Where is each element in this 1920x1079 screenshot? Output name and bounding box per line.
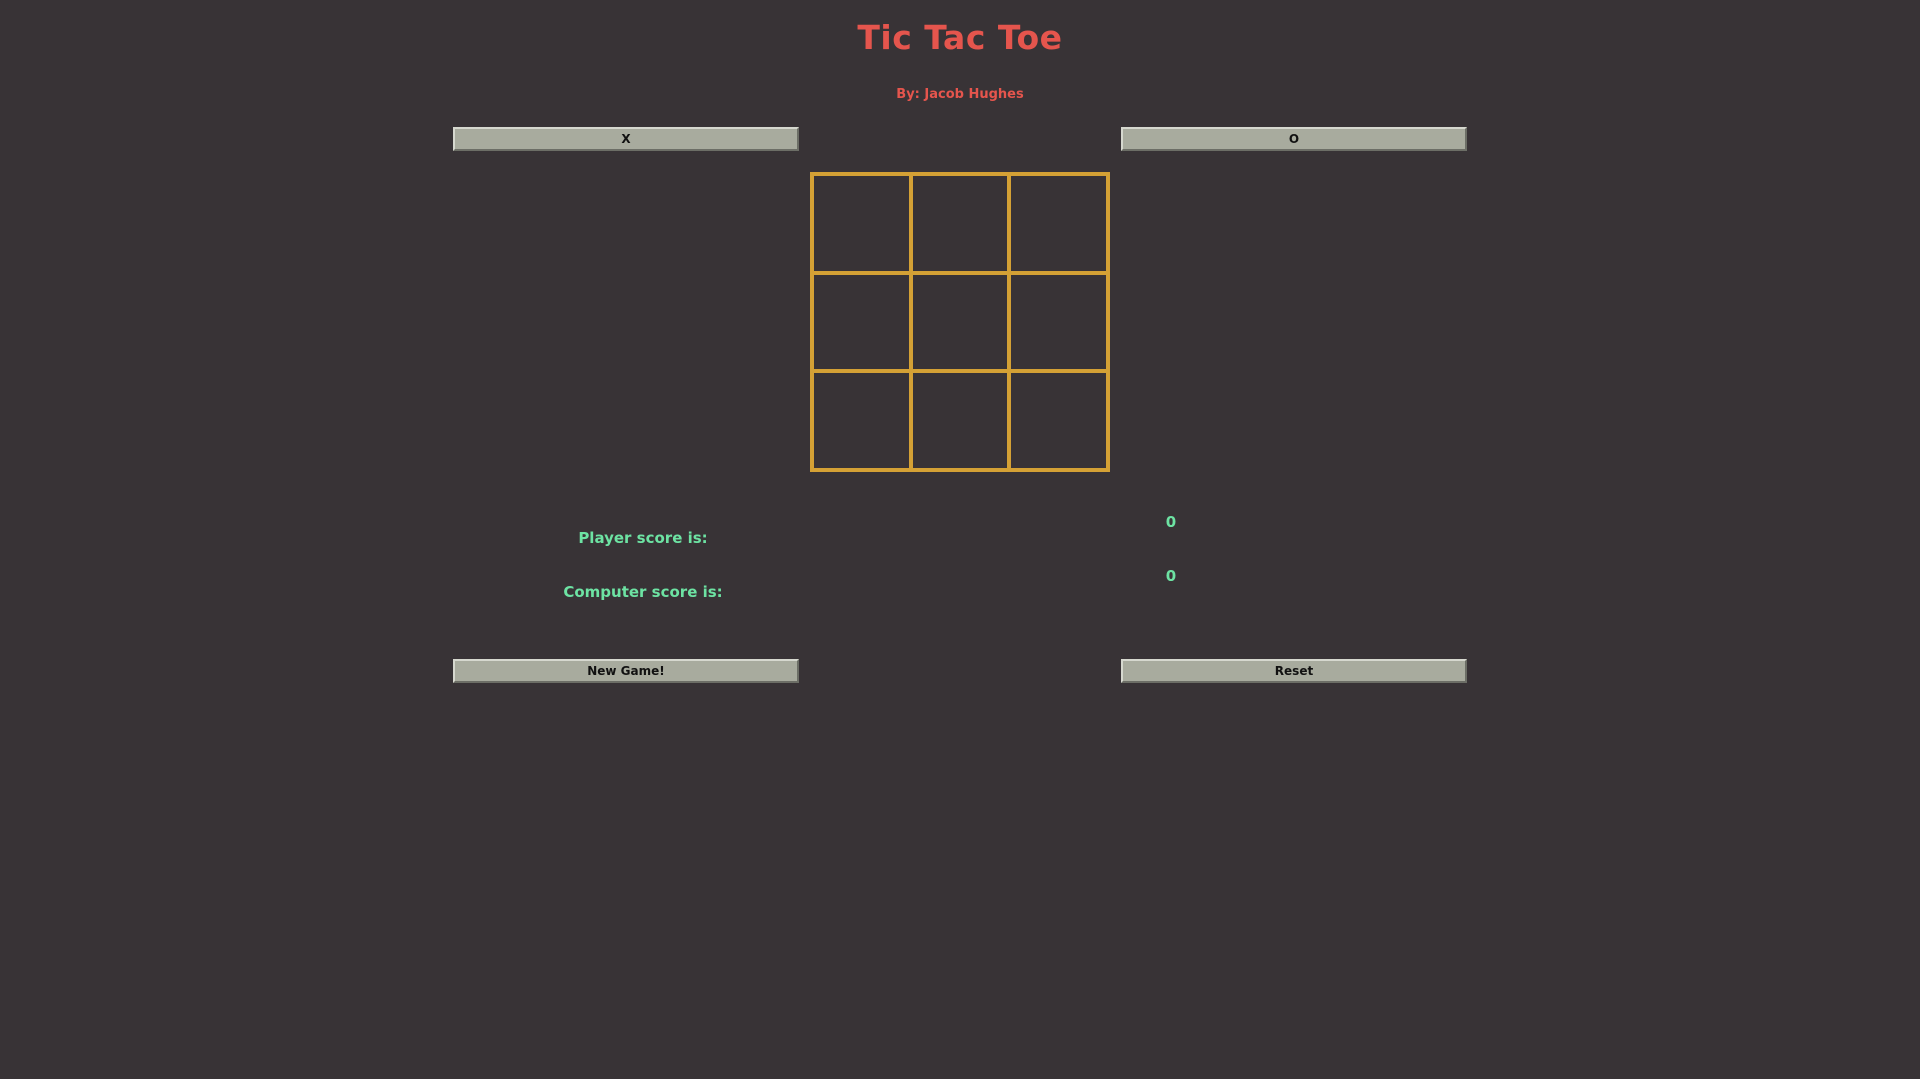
game-page: Tic Tac Toe By: Jacob Hughes X O Player …: [0, 0, 1920, 1079]
choose-o-button[interactable]: O: [1121, 127, 1467, 151]
board-cell-1[interactable]: [810, 172, 914, 276]
new-game-button[interactable]: New Game!: [453, 659, 799, 683]
board-cell-4[interactable]: [810, 271, 914, 373]
computer-score-value: 0: [1165, 567, 1177, 585]
choose-x-button[interactable]: X: [453, 127, 799, 151]
board-cell-6[interactable]: [1006, 271, 1110, 373]
board-cell-2[interactable]: [909, 172, 1011, 276]
reset-button[interactable]: Reset: [1121, 659, 1467, 683]
board-cell-7[interactable]: [810, 368, 914, 472]
board-cell-8[interactable]: [909, 368, 1011, 472]
author-subtitle: By: Jacob Hughes: [896, 87, 1024, 102]
player-score-value: 0: [1165, 513, 1177, 531]
board-cell-9[interactable]: [1006, 368, 1110, 472]
computer-score-label: Computer score is:: [563, 583, 723, 601]
game-board: [810, 172, 1110, 472]
board-cell-5[interactable]: [909, 271, 1011, 373]
game-title: Tic Tac Toe: [857, 18, 1063, 57]
board-cell-3[interactable]: [1006, 172, 1110, 276]
player-score-label: Player score is:: [578, 529, 708, 547]
